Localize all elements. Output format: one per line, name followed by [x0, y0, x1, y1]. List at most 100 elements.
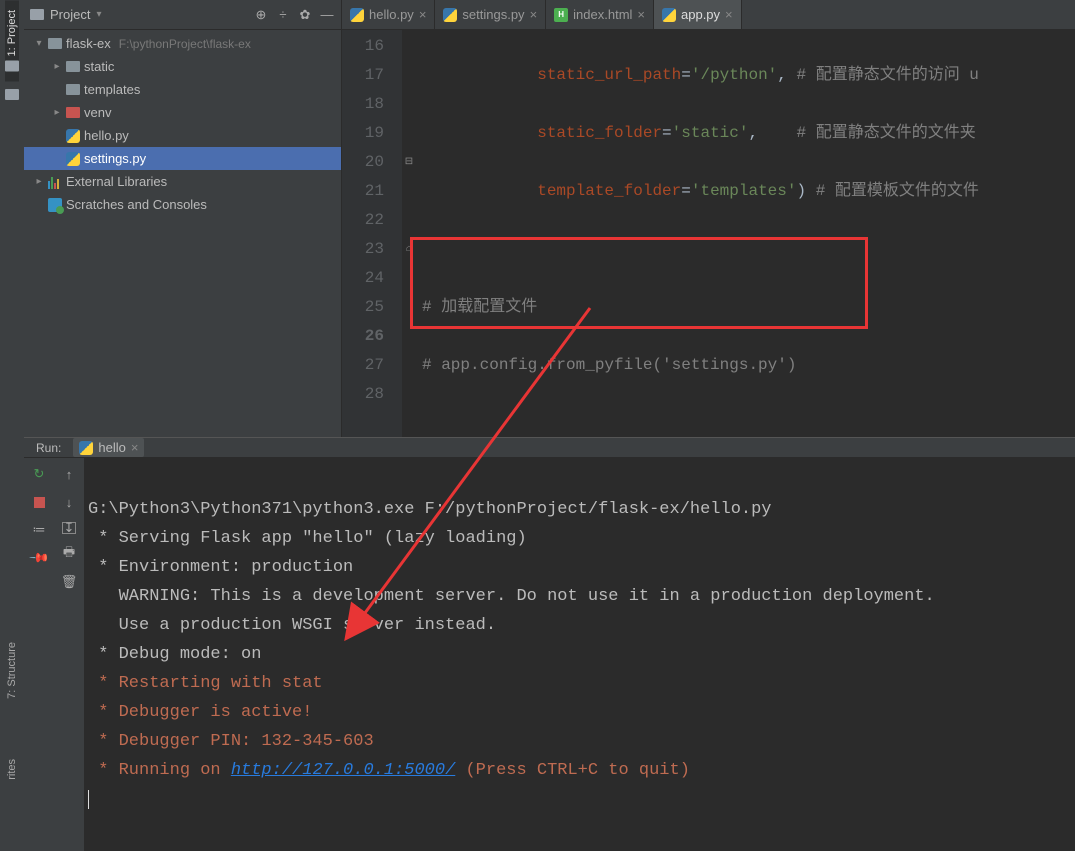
console-link[interactable]: http://127.0.0.1:5000/ — [231, 761, 455, 780]
expand-arrow-icon[interactable] — [34, 176, 44, 187]
project-panel: Project ▾ ⊕ ÷ ✿ — flask-ex F:\pythonProje… — [24, 0, 342, 437]
run-config-name: hello — [98, 440, 125, 455]
python-icon — [79, 441, 93, 455]
gutter-marks: ⊟ ⌂ — [402, 32, 416, 409]
console-line: G:\Python3\Python371\python3.exe F:/pyth… — [88, 500, 772, 519]
console-line-warning: * Restarting with stat — [88, 674, 323, 693]
print-icon[interactable]: 🖶 — [61, 546, 77, 562]
gear-icon[interactable]: ✿ — [297, 7, 313, 23]
close-icon[interactable]: × — [637, 7, 645, 22]
tree-item-hello-py[interactable]: hello.py — [24, 124, 341, 147]
editor-tab-label: settings.py — [462, 7, 524, 22]
tree-item-static[interactable]: static — [24, 55, 341, 78]
run-config-tab[interactable]: hello × — [73, 438, 144, 457]
console-output[interactable]: G:\Python3\Python371\python3.exe F:/pyth… — [84, 458, 1075, 851]
run-label: Run: — [36, 441, 61, 455]
code-token: static_url_path — [537, 66, 681, 84]
line-number: 27 — [342, 351, 384, 380]
python-icon — [66, 152, 80, 166]
stop-icon[interactable] — [31, 494, 47, 510]
structure-tool-tab-label: 7: Structure — [6, 642, 18, 699]
tree-item-label: flask-ex — [66, 36, 111, 51]
line-number: 20 — [342, 148, 384, 177]
tree-item-scratches-and-consoles[interactable]: Scratches and Consoles — [24, 193, 341, 216]
python-icon — [443, 8, 457, 22]
editor-tab-label: hello.py — [369, 7, 414, 22]
close-icon[interactable]: × — [530, 7, 538, 22]
console-line: * Serving Flask app "hello" (lazy loadin… — [88, 529, 527, 548]
project-panel-title: Project — [50, 7, 90, 22]
trash-icon[interactable]: 🗑 — [61, 574, 77, 590]
close-icon[interactable]: × — [419, 7, 427, 22]
console-line-warning: * Running on — [88, 761, 231, 780]
scroll-icon[interactable]: ↧ — [62, 522, 76, 534]
code-area[interactable]: static_url_path='/python', # 配置静态文件的访问 u… — [402, 30, 1075, 437]
line-number: 25 — [342, 293, 384, 322]
code-token: 'static' — [672, 124, 749, 142]
code-comment: # app.config.from_pyfile('settings.py') — [422, 356, 796, 374]
expand-arrow-icon[interactable] — [34, 38, 44, 49]
module-folder-icon — [48, 38, 62, 49]
tree-item-label: venv — [84, 105, 111, 120]
tree-item-flask-ex[interactable]: flask-ex F:\pythonProject\flask-ex — [24, 32, 341, 55]
cursor — [88, 790, 89, 809]
pin-icon[interactable]: 📌 — [28, 547, 51, 570]
editor-gutter: 16171819202122232425262728 — [342, 30, 402, 437]
editor-tab-label: app.py — [681, 7, 720, 22]
tree-item-external-libraries[interactable]: External Libraries — [24, 170, 341, 193]
tree-item-path: F:\pythonProject\flask-ex — [119, 37, 251, 51]
tree-item-venv[interactable]: venv — [24, 101, 341, 124]
line-number: 16 — [342, 32, 384, 61]
code-token: template_folder — [537, 182, 681, 200]
project-tree[interactable]: flask-ex F:\pythonProject\flask-ex statict… — [24, 30, 341, 218]
editor-body[interactable]: 16171819202122232425262728 ⊟ ⌂ static_ur… — [342, 30, 1075, 437]
folder-icon[interactable] — [5, 89, 19, 100]
structure-tool-tab[interactable]: 7: Structure — [6, 632, 18, 709]
code-token: 'templates' — [691, 182, 797, 200]
favorites-tool-tab[interactable]: rites — [6, 749, 18, 790]
code-token: '/python' — [691, 66, 777, 84]
library-icon — [48, 175, 62, 189]
expand-icon[interactable]: ÷ — [275, 7, 291, 23]
folder-icon — [5, 60, 19, 71]
editor-area: hello.py×settings.py×Hindex.html×app.py×… — [342, 0, 1075, 437]
line-number: 26 — [342, 322, 384, 351]
editor-tab-label: index.html — [573, 7, 632, 22]
tree-item-label: Scratches and Consoles — [66, 197, 207, 212]
rerun-icon[interactable]: ↻ — [31, 466, 47, 482]
line-number: 28 — [342, 380, 384, 409]
code-comment: # 配置静态文件的访问 u — [796, 66, 978, 84]
up-icon[interactable]: ↑ — [61, 466, 77, 482]
code-comment: # 配置模板文件的文件 — [816, 182, 979, 200]
expand-arrow-icon[interactable] — [52, 107, 62, 118]
console-line: * Debug mode: on — [88, 645, 261, 664]
code-token: static_folder — [537, 124, 662, 142]
editor-tab-index-html[interactable]: Hindex.html× — [546, 0, 654, 29]
console-line-warning: * Debugger is active! — [88, 703, 312, 722]
project-tool-tab[interactable]: 1: Project — [5, 0, 19, 81]
run-toolbar-right: ↑ ↓ ↧ 🖶 🗑 — [54, 458, 84, 851]
target-icon[interactable]: ⊕ — [253, 7, 269, 23]
run-body: ↻ ≔ 📌 ↑ ↓ ↧ 🖶 🗑 G:\Python3\Python371\pyt… — [24, 458, 1075, 851]
chevron-down-icon[interactable]: ▾ — [96, 9, 101, 20]
scratches-icon — [48, 198, 62, 212]
editor-tabs: hello.py×settings.py×Hindex.html×app.py× — [342, 0, 1075, 30]
tree-item-templates[interactable]: templates — [24, 78, 341, 101]
left-tool-tabs: 1: Project 7: Structure rites — [0, 0, 24, 790]
console-line: * Environment: production — [88, 558, 353, 577]
layout-icon[interactable]: ≔ — [31, 522, 47, 538]
close-icon[interactable]: × — [131, 440, 139, 455]
collapse-icon[interactable]: — — [319, 7, 335, 23]
tree-item-settings-py[interactable]: settings.py — [24, 147, 341, 170]
line-number: 19 — [342, 119, 384, 148]
editor-tab-app-py[interactable]: app.py × — [654, 0, 742, 29]
line-number: 17 — [342, 61, 384, 90]
folder-icon — [30, 9, 44, 20]
close-icon[interactable]: × — [725, 7, 733, 22]
console-line: Use a production WSGI server instead. — [88, 616, 496, 635]
editor-tab-hello-py[interactable]: hello.py × — [342, 0, 435, 29]
expand-arrow-icon[interactable] — [52, 61, 62, 72]
editor-tab-settings-py[interactable]: settings.py × — [435, 0, 546, 29]
console-line-warning: * Debugger PIN: 132-345-603 — [88, 732, 374, 751]
down-icon[interactable]: ↓ — [61, 494, 77, 510]
